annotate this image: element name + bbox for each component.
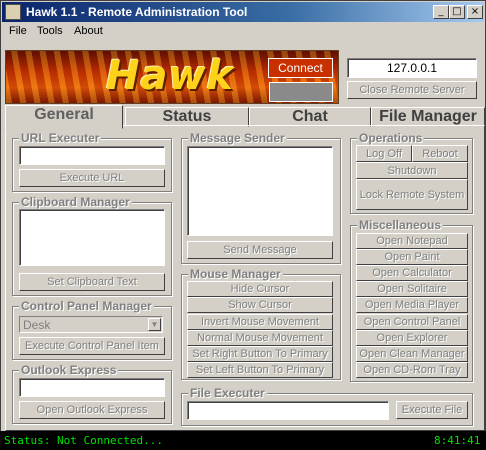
execute-file-button[interactable]: Execute File [396, 401, 468, 419]
status-bar: Status: Not Connected... 8:41:41 [0, 431, 486, 450]
open-notepad-button[interactable]: Open Notepad [356, 233, 468, 249]
maximize-button[interactable]: □ [449, 5, 465, 19]
url-executer-title: URL Executer [19, 131, 102, 145]
menu-bar: File Tools About [2, 23, 484, 41]
set-right-primary-button[interactable]: Set Right Button To Primary [187, 346, 333, 362]
show-cursor-button[interactable]: Show Cursor [187, 297, 333, 313]
outlook-input[interactable] [19, 378, 165, 397]
tab-general[interactable]: General [5, 105, 123, 129]
lock-remote-system-button[interactable]: Lock Remote System [356, 179, 468, 210]
chevron-down-icon[interactable]: ▼ [148, 318, 161, 331]
connect-secondary-button[interactable] [269, 82, 333, 102]
normal-mouse-button[interactable]: Normal Mouse Movement [187, 330, 333, 346]
tab-status[interactable]: Status [125, 107, 249, 127]
shutdown-button[interactable]: Shutdown [356, 162, 468, 179]
open-outlook-express-button[interactable]: Open Outlook Express [19, 401, 165, 419]
file-path-input[interactable] [187, 401, 389, 420]
main-window: Hawk 1.1 - Remote Administration Tool _ … [0, 0, 486, 450]
open-explorer-button[interactable]: Open Explorer [356, 330, 468, 346]
tab-strip: General Status Chat File Manager [5, 105, 485, 129]
file-executer-title: File Executer [188, 386, 267, 400]
menu-about[interactable]: About [74, 25, 103, 37]
window-title: Hawk 1.1 - Remote Administration Tool [26, 5, 248, 19]
menu-file[interactable]: File [9, 25, 27, 37]
ip-address-input[interactable]: 127.0.0.1 [347, 58, 477, 78]
set-left-primary-button[interactable]: Set Left Button To Primary [187, 362, 333, 378]
clipboard-manager-title: Clipboard Manager [19, 195, 132, 209]
open-cd-rom-tray-button[interactable]: Open CD-Rom Tray [356, 362, 468, 378]
minimize-button[interactable]: _ [433, 5, 449, 19]
message-textarea[interactable] [187, 146, 333, 236]
open-media-player-button[interactable]: Open Media Player [356, 297, 468, 313]
clipboard-textarea[interactable] [19, 209, 165, 266]
reboot-button[interactable]: Reboot [412, 145, 468, 162]
tab-file-manager[interactable]: File Manager [371, 107, 485, 127]
close-button[interactable]: × [467, 5, 483, 19]
open-solitaire-button[interactable]: Open Solitaire [356, 281, 468, 297]
app-icon [5, 4, 21, 20]
log-off-button[interactable]: Log Off [356, 145, 412, 162]
open-calculator-button[interactable]: Open Calculator [356, 265, 468, 281]
miscellaneous-title: Miscellaneous [357, 218, 444, 232]
tab-chat[interactable]: Chat [249, 107, 371, 127]
control-panel-manager-title: Control Panel Manager [19, 299, 154, 313]
status-text: Status: Not Connected... [4, 434, 163, 447]
message-sender-title: Message Sender [188, 131, 287, 145]
hide-cursor-button[interactable]: Hide Cursor [187, 281, 333, 297]
mouse-manager-title: Mouse Manager [188, 267, 283, 281]
hawk-logo: Hawk [106, 53, 235, 99]
close-remote-server-button[interactable]: Close Remote Server [347, 81, 477, 99]
control-panel-select[interactable]: Desk ▼ [19, 316, 163, 333]
set-clipboard-text-button[interactable]: Set Clipboard Text [19, 273, 165, 291]
url-input[interactable] [19, 146, 165, 165]
send-message-button[interactable]: Send Message [187, 241, 333, 259]
execute-control-panel-item-button[interactable]: Execute Control Panel Item [19, 337, 165, 355]
title-bar[interactable]: Hawk 1.1 - Remote Administration Tool _ … [2, 2, 484, 22]
open-clean-manager-button[interactable]: Open Clean Manager [356, 346, 468, 362]
operations-title: Operations [357, 131, 425, 145]
invert-mouse-button[interactable]: Invert Mouse Movement [187, 314, 333, 330]
outlook-express-title: Outlook Express [19, 363, 119, 377]
menu-tools[interactable]: Tools [37, 25, 63, 37]
status-time: 8:41:41 [434, 434, 481, 447]
open-control-panel-button[interactable]: Open Control Panel [356, 314, 468, 330]
control-panel-selected-value: Desk [23, 318, 51, 332]
connect-button[interactable]: Connect [268, 58, 333, 78]
open-paint-button[interactable]: Open Paint [356, 249, 468, 265]
execute-url-button[interactable]: Execute URL [19, 169, 165, 187]
